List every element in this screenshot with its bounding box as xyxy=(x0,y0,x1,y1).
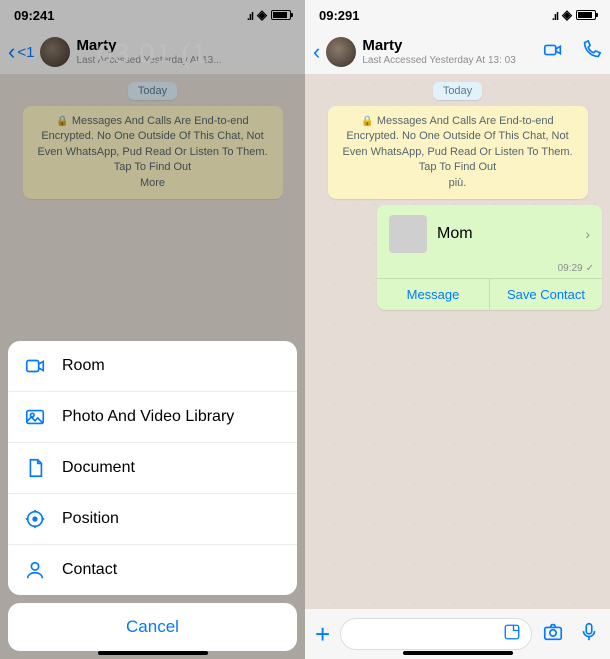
lock-icon: 🔒 xyxy=(361,116,373,127)
signal-icon xyxy=(247,8,253,23)
left-screen: 09:241 ◈ ‹ <1 Marty Last Accessed Yester… xyxy=(0,0,305,659)
chevron-right-icon: › xyxy=(585,226,590,242)
message-button[interactable]: Message xyxy=(377,279,490,310)
document-icon xyxy=(24,457,46,479)
chat-header: ‹ <1 Marty Last Accessed Yesterday At 13… xyxy=(0,30,305,74)
message-time: 09:29 xyxy=(377,263,602,278)
contact-name: Marty xyxy=(76,38,297,55)
status-bar: 09:291 ◈ xyxy=(305,0,610,30)
right-screen: 09:291 ◈ ‹ Marty Last Accessed Yesterday… xyxy=(305,0,610,659)
cancel-label: Cancel xyxy=(126,617,179,636)
battery-icon xyxy=(271,10,291,20)
status-icons: ◈ xyxy=(247,7,291,23)
chat-header: ‹ Marty Last Accessed Yesterday At 13: 0… xyxy=(305,30,610,74)
check-icon xyxy=(586,263,594,274)
sheet-photo-label: Photo And Video Library xyxy=(62,408,234,426)
action-sheet: Room Photo And Video Library Document Po… xyxy=(0,333,305,659)
chevron-left-icon: ‹ xyxy=(313,39,320,65)
last-access: Last Accessed Yesterday At 13: 03 xyxy=(362,55,536,66)
card-actions: Message Save Contact xyxy=(377,278,602,310)
card-contact-name: Mom xyxy=(437,225,575,243)
status-bar: 09:241 ◈ xyxy=(0,0,305,30)
photo-icon xyxy=(24,406,46,428)
encryption-more: More xyxy=(33,176,273,191)
camera-icon[interactable] xyxy=(542,621,564,648)
input-actions xyxy=(542,621,600,648)
contact-card: Mom › 09:29 Message Save Contact xyxy=(377,205,602,310)
contact-icon xyxy=(24,559,46,581)
encryption-text: Messages And Calls Are End-to-end Encryp… xyxy=(342,115,572,173)
chat-area: Today 🔒 Messages And Calls Are End-to-en… xyxy=(305,74,610,609)
voice-call-icon[interactable] xyxy=(580,39,602,66)
card-top[interactable]: Mom › xyxy=(377,205,602,263)
encryption-notice[interactable]: 🔒 Messages And Calls Are End-to-end Encr… xyxy=(328,106,588,199)
battery-icon xyxy=(576,10,596,20)
sheet-contact-label: Contact xyxy=(62,561,117,579)
sheet-room-label: Room xyxy=(62,357,105,375)
back-button[interactable]: ‹ <1 xyxy=(8,39,34,65)
avatar[interactable] xyxy=(40,37,70,67)
last-access: Last Accessed Yesterday At 13... xyxy=(76,55,297,66)
encryption-text: Messages And Calls Are End-to-end Encryp… xyxy=(37,115,267,173)
sheet-position-label: Position xyxy=(62,510,119,528)
sheet-room[interactable]: Room xyxy=(8,341,297,392)
video-call-icon[interactable] xyxy=(542,39,564,66)
wifi-icon: ◈ xyxy=(562,7,572,23)
sheet-options: Room Photo And Video Library Document Po… xyxy=(8,341,297,595)
signal-icon xyxy=(552,8,558,23)
home-indicator[interactable] xyxy=(403,651,513,655)
sheet-document[interactable]: Document xyxy=(8,443,297,494)
date-pill: Today xyxy=(433,82,482,100)
sticker-icon[interactable] xyxy=(503,623,521,646)
status-time: 09:291 xyxy=(319,8,359,23)
encryption-more: più. xyxy=(338,176,578,191)
status-icons: ◈ xyxy=(552,7,596,23)
room-icon xyxy=(24,355,46,377)
sheet-position[interactable]: Position xyxy=(8,494,297,545)
home-indicator[interactable] xyxy=(98,651,208,655)
lock-icon: 🔒 xyxy=(56,116,68,127)
location-icon xyxy=(24,508,46,530)
contact-name: Marty xyxy=(362,38,536,55)
header-actions xyxy=(542,39,602,66)
card-avatar xyxy=(389,215,427,253)
back-count: <1 xyxy=(17,44,34,61)
date-pill: Today xyxy=(128,82,177,100)
encryption-notice[interactable]: 🔒 Messages And Calls Are End-to-end Encr… xyxy=(23,106,283,199)
mic-icon[interactable] xyxy=(578,621,600,648)
header-text[interactable]: Marty Last Accessed Yesterday At 13... xyxy=(76,38,297,66)
chevron-left-icon: ‹ xyxy=(8,39,15,65)
avatar[interactable] xyxy=(326,37,356,67)
sheet-document-label: Document xyxy=(62,459,135,477)
sheet-contact[interactable]: Contact xyxy=(8,545,297,595)
status-time: 09:241 xyxy=(14,8,54,23)
back-button[interactable]: ‹ xyxy=(313,39,320,65)
message-input[interactable] xyxy=(340,618,532,650)
sheet-photo[interactable]: Photo And Video Library xyxy=(8,392,297,443)
save-contact-button[interactable]: Save Contact xyxy=(490,279,602,310)
attach-button[interactable]: + xyxy=(315,619,330,650)
header-text[interactable]: Marty Last Accessed Yesterday At 13: 03 xyxy=(362,38,536,66)
cancel-button[interactable]: Cancel xyxy=(8,603,297,651)
wifi-icon: ◈ xyxy=(257,7,267,23)
